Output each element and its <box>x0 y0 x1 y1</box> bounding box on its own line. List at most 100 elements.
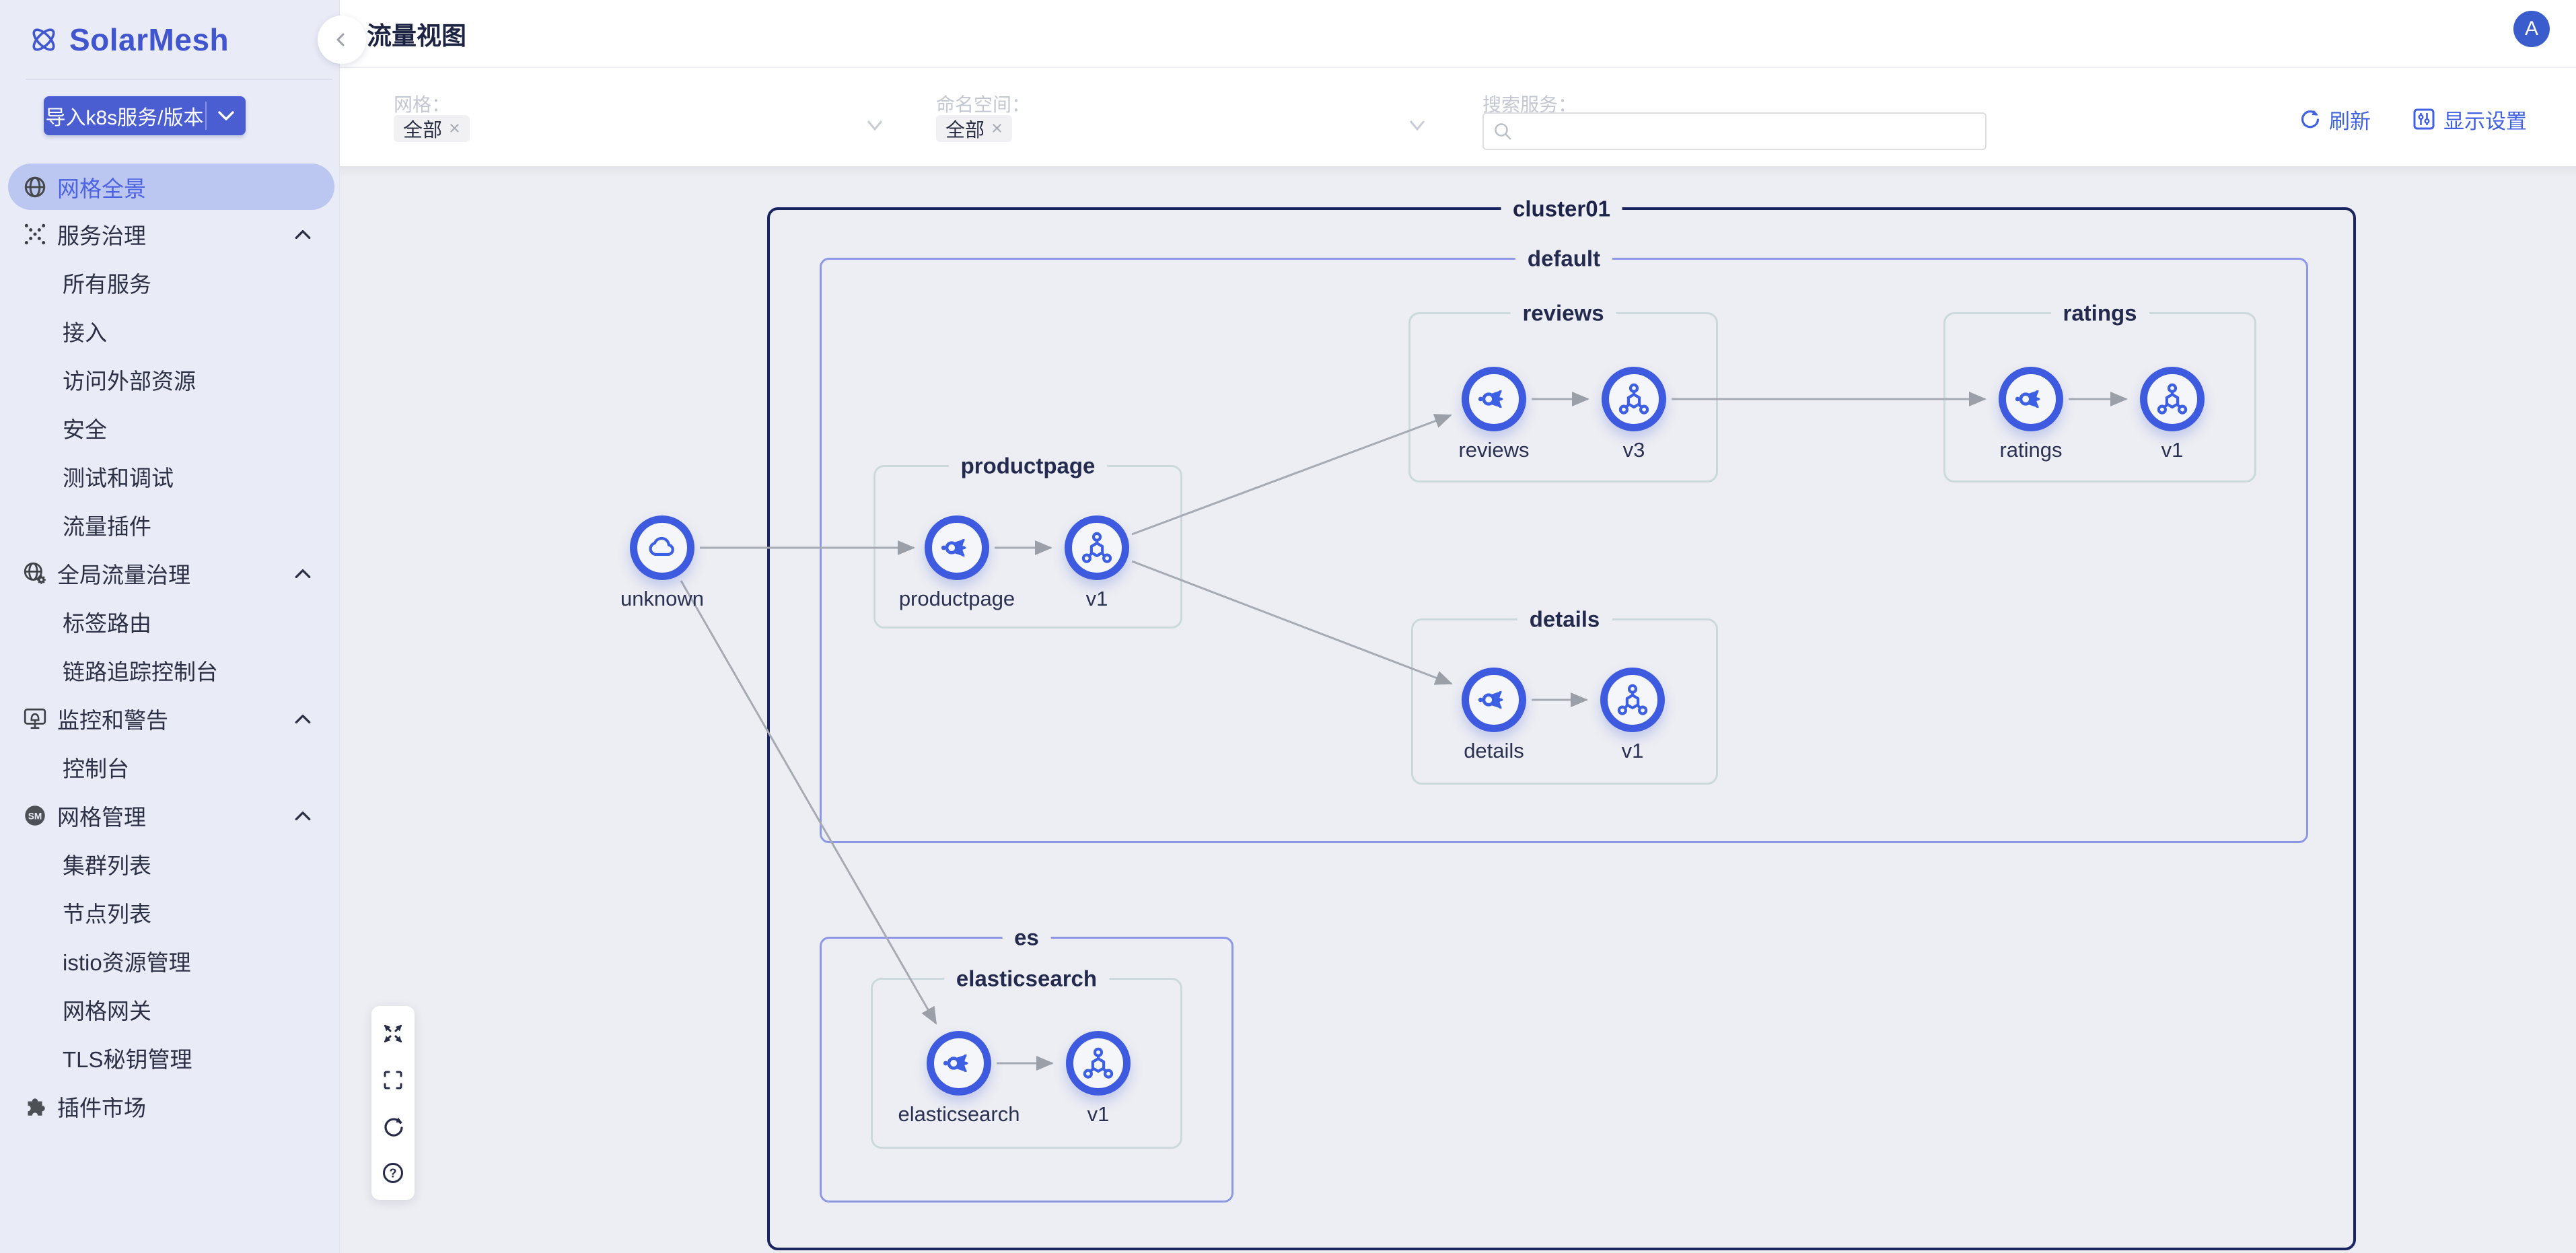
chevron-up-icon <box>294 228 312 240</box>
fullscreen-button[interactable] <box>371 1057 415 1103</box>
node-unknown[interactable] <box>630 515 694 580</box>
sidebar-item-label: TLS秘钥管理 <box>63 1042 312 1074</box>
workload-icon <box>1616 683 1649 717</box>
node-elasticsearch-service[interactable] <box>927 1031 991 1096</box>
solarmesh-logo-icon <box>29 25 59 55</box>
reload-button[interactable] <box>371 1103 415 1149</box>
mesh-select[interactable]: 全部 × <box>394 114 885 143</box>
topology-canvas[interactable]: cluster01 default reviews ratings produc… <box>340 166 2576 1253</box>
chevron-down-icon <box>1407 118 1427 136</box>
chevron-up-icon <box>294 567 312 579</box>
node-productpage-v1[interactable] <box>1065 515 1129 580</box>
sidebar-item-global-traffic-governance[interactable]: 全局流量治理 <box>0 549 340 598</box>
sidebar-item-tag-routing[interactable]: 标签路由 <box>0 598 340 646</box>
namespace-label: default <box>1515 246 1612 271</box>
node-details-v1[interactable] <box>1600 668 1665 732</box>
node-ratings-service[interactable] <box>1999 367 2063 431</box>
sidebar-item-all-services[interactable]: 所有服务 <box>0 258 340 307</box>
chevron-left-icon <box>334 32 350 48</box>
node-details-service[interactable] <box>1462 668 1526 732</box>
service-icon <box>2014 382 2048 416</box>
tag-remove-icon[interactable]: × <box>449 118 460 140</box>
node-ratings-v1[interactable] <box>2140 367 2205 431</box>
sidebar: SolarMesh 导入k8s服务/版本 网格全景 <box>0 0 340 1253</box>
logo: SolarMesh <box>29 22 229 58</box>
sidebar-item-label: 集群列表 <box>63 848 312 880</box>
group-label: reviews <box>1510 301 1616 325</box>
sidebar-item-tls-secrets[interactable]: TLS秘钥管理 <box>0 1034 340 1082</box>
puzzle-icon <box>22 1094 48 1119</box>
namespace-filter: 命名空间： 全部 × <box>936 68 1427 166</box>
sidebar-item-label: 安全 <box>63 412 312 444</box>
group-label: elasticsearch <box>944 966 1109 991</box>
namespace-select[interactable]: 全部 × <box>936 114 1427 143</box>
sidebar-item-external-resources[interactable]: 访问外部资源 <box>0 355 340 404</box>
help-icon: ? <box>380 1159 406 1186</box>
help-button[interactable]: ? <box>371 1149 415 1196</box>
sidebar-item-label: 接入 <box>63 315 312 347</box>
service-icon <box>1477 683 1511 717</box>
fit-view-button[interactable] <box>371 1010 415 1057</box>
sidebar-item-label: 网格网关 <box>63 993 312 1026</box>
import-k8s-button[interactable]: 导入k8s服务/版本 <box>44 96 246 135</box>
dots-grid-icon <box>22 221 48 247</box>
cloud-icon <box>645 531 679 565</box>
sidebar-item-service-governance[interactable]: 服务治理 <box>0 210 340 258</box>
monitor-bell-icon <box>22 706 48 731</box>
tag-value: 全部 <box>403 114 442 143</box>
app-title: SolarMesh <box>69 22 229 58</box>
group-box-elasticsearch: elasticsearch <box>871 978 1182 1149</box>
sm-badge-icon: SM <box>22 803 48 828</box>
sidebar-item-label: 网格管理 <box>57 799 294 832</box>
svg-text:?: ? <box>390 1166 397 1180</box>
node-productpage-service[interactable] <box>925 515 989 580</box>
node-reviews-service[interactable] <box>1462 367 1526 431</box>
cluster-label: cluster01 <box>1501 196 1622 221</box>
chevron-down-icon <box>217 110 235 122</box>
reload-icon <box>380 1113 406 1140</box>
tag-remove-icon[interactable]: × <box>991 118 1003 140</box>
sidebar-item-label: istio资源管理 <box>63 945 312 977</box>
sidebar-divider <box>26 79 332 80</box>
sidebar-item-test-debug[interactable]: 测试和调试 <box>0 452 340 501</box>
sidebar-collapse-button[interactable] <box>318 15 366 64</box>
refresh-button[interactable]: 刷新 <box>2298 104 2371 135</box>
node-elasticsearch-v1[interactable] <box>1066 1031 1131 1096</box>
sidebar-item-mesh-gateway[interactable]: 网格网关 <box>0 985 340 1034</box>
import-dropdown-button[interactable] <box>207 96 246 135</box>
sidebar-item-monitoring-alerts[interactable]: 监控和警告 <box>0 694 340 743</box>
node-reviews-v3[interactable] <box>1602 367 1666 431</box>
display-settings-button[interactable]: 显示设置 <box>2412 104 2527 135</box>
sidebar-item-console[interactable]: 控制台 <box>0 743 340 791</box>
sidebar-item-label: 监控和警告 <box>57 703 294 735</box>
service-icon <box>942 1046 976 1080</box>
mesh-selected-tag[interactable]: 全部 × <box>394 115 470 142</box>
group-box-reviews: reviews <box>1408 312 1718 482</box>
sidebar-item-security[interactable]: 安全 <box>0 404 340 452</box>
sidebar-item-access[interactable]: 接入 <box>0 307 340 355</box>
globe-gear-icon <box>22 561 48 586</box>
sidebar-item-label: 控制台 <box>63 751 312 783</box>
service-icon <box>940 531 974 565</box>
import-k8s-button-label[interactable]: 导入k8s服务/版本 <box>44 96 205 135</box>
sidebar-item-node-list[interactable]: 节点列表 <box>0 888 340 937</box>
chevron-up-icon <box>294 713 312 725</box>
sidebar-item-plugin-market[interactable]: 插件市场 <box>0 1082 340 1131</box>
sidebar-item-tracing-console[interactable]: 链路追踪控制台 <box>0 646 340 694</box>
sidebar-item-label: 网格全景 <box>57 171 306 203</box>
sidebar-item-istio-resources[interactable]: istio资源管理 <box>0 937 340 985</box>
sidebar-item-cluster-list[interactable]: 集群列表 <box>0 840 340 888</box>
sidebar-item-label: 测试和调试 <box>63 460 312 493</box>
tag-value: 全部 <box>945 114 985 143</box>
search-input[interactable] <box>1482 112 1987 150</box>
sidebar-item-traffic-plugins[interactable]: 流量插件 <box>0 501 340 549</box>
expand-arrows-icon <box>380 1020 406 1047</box>
group-label: productpage <box>949 454 1108 478</box>
sidebar-item-mesh-panorama[interactable]: 网格全景 <box>8 164 334 210</box>
sidebar-item-label: 访问外部资源 <box>63 363 312 396</box>
namespace-selected-tag[interactable]: 全部 × <box>936 115 1012 142</box>
svg-text:SM: SM <box>28 811 42 821</box>
filter-bar: 网格： 全部 × 命名空间： 全部 × 搜索服务： <box>340 68 2576 166</box>
sidebar-item-mesh-management[interactable]: SM 网格管理 <box>0 791 340 840</box>
avatar[interactable]: A <box>2513 11 2550 47</box>
